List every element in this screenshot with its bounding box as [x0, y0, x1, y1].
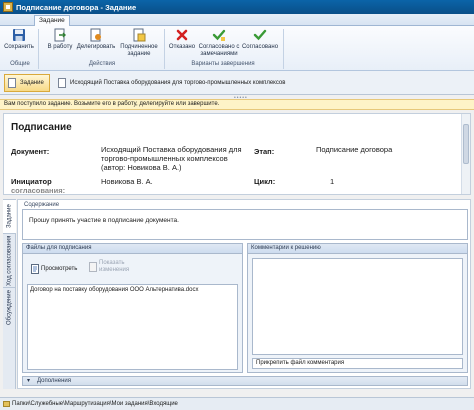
document-value-line1[interactable]: Исходящий Поставка оборудования для [101, 145, 242, 154]
comments-panel-header: Комментарии к решению [248, 244, 467, 254]
group-separator [283, 29, 284, 69]
checkmark-icon [253, 29, 267, 41]
subtask-icon [133, 28, 146, 42]
delegate-icon [90, 28, 101, 42]
folder-path: Папки\Служебные\Маршрутизация\Мои задани… [12, 401, 178, 407]
chevron-down-icon: ▾ [27, 378, 31, 384]
view-doc-icon [31, 264, 39, 274]
document-label: Документ: [11, 147, 50, 156]
stage-value: Подписание договора [316, 145, 393, 154]
content-text: Прошу принять участие в подписание докум… [29, 217, 179, 224]
window-titlebar: Подписание договора - Задание [0, 0, 474, 14]
refused-button[interactable]: Отказано [166, 28, 198, 51]
stage-label: Этап: [254, 147, 275, 156]
vtab-task[interactable]: Задание [3, 199, 16, 233]
files-panel: Файлы для подписания Просмотреть Показат… [22, 243, 243, 373]
status-bar: Папки\Служебные\Маршрутизация\Мои задани… [0, 397, 474, 410]
doc-tab-outgoing[interactable]: Исходящий Поставка оборудования для торг… [58, 74, 285, 92]
group-label-actions: Действия [88, 61, 116, 67]
comment-textarea[interactable] [252, 258, 463, 355]
red-x-icon [176, 29, 188, 41]
save-button[interactable]: Сохранить [4, 28, 34, 51]
tab-task[interactable]: Задание [34, 15, 70, 26]
initiator-label: Инициатор [11, 177, 52, 186]
app-icon [3, 2, 13, 12]
cycle-value: 1 [330, 177, 335, 186]
cycle-label: Цикл: [254, 177, 276, 186]
show-changes-button[interactable]: Показать изменения [89, 260, 129, 273]
file-list-item[interactable]: Договор на поставку оборудования ООО Аль… [30, 287, 198, 293]
info-notice: Вам поступило задание. Возьмите его в ра… [0, 99, 474, 110]
comments-panel: Комментарии к решению Прикрепить файл ко… [247, 243, 468, 373]
task-doc-icon [8, 78, 16, 88]
files-list[interactable]: Договор на поставку оборудования ООО Аль… [27, 284, 238, 370]
vtab-discussion[interactable]: Обсуждение [3, 287, 16, 327]
window-title: Подписание договора - Задание [16, 2, 137, 12]
agreed-with-remarks-button[interactable]: Согласовано с замечаниями [198, 28, 240, 57]
floppy-icon [13, 29, 25, 41]
delegate-button[interactable]: Делегировать [76, 28, 116, 51]
subtask-button[interactable]: Подчиненное задание [118, 28, 160, 57]
files-panel-header: Файлы для подписания [23, 244, 242, 254]
scrollbar-thumb[interactable] [463, 124, 469, 164]
take-to-work-button[interactable]: В работу [44, 28, 76, 51]
folder-icon [3, 401, 10, 407]
view-file-button[interactable]: Просмотреть [31, 264, 77, 274]
group-separator [38, 29, 39, 69]
document-tabs-bar: Задание Исходящий Поставка оборудования … [0, 71, 474, 95]
task-main-panel: Содержание Прошу принять участие в подпи… [17, 199, 471, 389]
document-icon [58, 78, 66, 88]
take-work-icon [54, 28, 66, 42]
ribbon-tab-row: Задание [0, 14, 474, 26]
group-label-common: Общие [10, 61, 30, 67]
initiator-label-cont: согласования: [11, 186, 66, 195]
additional-expander[interactable]: ▾ Дополнения [22, 376, 468, 386]
agreed-button[interactable]: Согласовано [240, 28, 280, 51]
doc-tab-task[interactable]: Задание [4, 74, 50, 92]
content-label: Содержание [24, 202, 60, 208]
header-scrollbar[interactable] [461, 114, 470, 194]
vtab-history[interactable]: Ход согласования [3, 233, 16, 287]
attach-comment-file-field[interactable]: Прикрепить файл комментария [252, 358, 463, 369]
task-header-card: Подписание Документ: Исходящий Поставка … [3, 113, 471, 195]
attach-comment-file-link[interactable]: Прикрепить файл комментария [256, 360, 344, 366]
page-title: Подписание [11, 122, 72, 133]
document-value-author: (автор: Новикова В. А.) [101, 163, 182, 172]
checkmark-remarks-icon [212, 29, 226, 41]
document-value-line2[interactable]: торгово-промышленных комплексов [101, 154, 228, 163]
compare-icon [89, 261, 97, 272]
content-textbox[interactable]: Прошу принять участие в подписание докум… [22, 209, 468, 240]
ribbon: Сохранить В работу Делегировать Подчинен… [0, 26, 474, 71]
initiator-value: Новикова В. А. [101, 177, 153, 186]
group-separator [164, 29, 165, 69]
group-label-variants: Варианты завершения [191, 61, 255, 67]
vertical-tabs: Задание Ход согласования Обсуждение [3, 199, 16, 389]
